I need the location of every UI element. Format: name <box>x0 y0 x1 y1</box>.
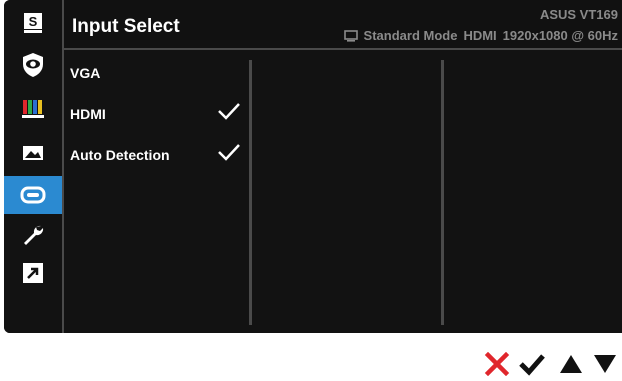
sidebar-item-color[interactable] <box>4 90 62 128</box>
column-divider <box>441 60 444 325</box>
confirm-key[interactable] <box>518 352 546 381</box>
sidebar-item-image[interactable] <box>4 134 62 172</box>
sidebar-item-shortcut[interactable] <box>4 254 62 292</box>
sidebar-item-system-setup[interactable] <box>4 216 62 254</box>
option-auto-detection[interactable]: Auto Detection <box>70 147 170 163</box>
status-bar: Standard Mode HDMI 1920x1080 @ 60Hz <box>343 28 618 43</box>
sidebar-item-input-select[interactable] <box>4 176 62 214</box>
column-divider <box>249 60 252 325</box>
header: Input Select ASUS VT169 Standard Mode HD… <box>62 0 622 50</box>
wrench-icon <box>24 225 44 245</box>
mode-text: Standard Mode <box>363 28 458 43</box>
image-icon <box>23 146 43 160</box>
sidebar-item-eye-care[interactable] <box>4 46 62 84</box>
osd-menu: S Input Select ASUS VT169 Standard Mode … <box>4 0 622 333</box>
check-icon <box>218 144 240 161</box>
sidebar: S <box>4 0 62 333</box>
sidebar-item-splendid[interactable]: S <box>4 4 62 42</box>
page-title: Input Select <box>72 16 180 37</box>
divider <box>62 50 64 333</box>
check-icon <box>218 103 240 120</box>
close-key[interactable] <box>484 351 510 381</box>
s-letter-icon: S <box>24 13 42 33</box>
x-icon <box>484 351 510 377</box>
resolution-text: 1920x1080 @ 60Hz <box>502 28 618 43</box>
arrow-shortcut-icon <box>23 263 43 283</box>
down-key[interactable] <box>592 352 618 381</box>
option-hdmi[interactable]: HDMI <box>70 106 106 122</box>
triangle-down-icon <box>594 355 616 373</box>
option-vga[interactable]: VGA <box>70 65 100 81</box>
main-panel: Input Select ASUS VT169 Standard Mode HD… <box>62 0 622 333</box>
input-port-icon <box>20 186 46 204</box>
input-text: HDMI <box>463 28 497 43</box>
eye-shield-icon <box>23 53 43 77</box>
triangle-up-icon <box>560 355 582 373</box>
svg-text:S: S <box>29 14 38 29</box>
monitor-icon <box>343 29 358 42</box>
color-bars-icon <box>22 100 44 118</box>
up-key[interactable] <box>558 352 584 381</box>
model-name: ASUS VT169 <box>539 7 618 22</box>
check-icon <box>519 354 545 376</box>
